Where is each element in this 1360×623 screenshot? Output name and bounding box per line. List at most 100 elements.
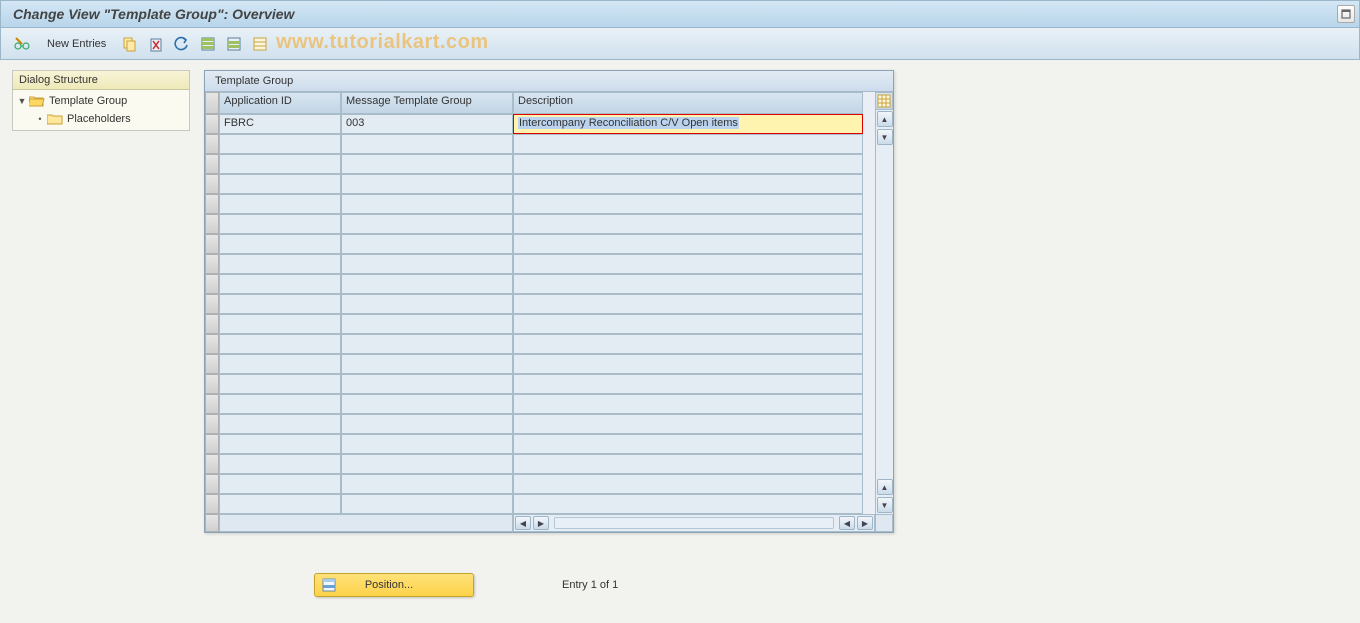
row-selector[interactable]	[205, 434, 219, 454]
cell-description[interactable]	[513, 194, 863, 214]
hscroll-thumb[interactable]	[554, 517, 834, 529]
cell-description[interactable]	[513, 134, 863, 154]
scroll-down-button-2[interactable]: ▼	[877, 497, 893, 513]
row-selector[interactable]	[205, 474, 219, 494]
cell-description[interactable]: Intercompany Reconciliation C/V Open ite…	[513, 114, 863, 134]
cell-description[interactable]	[513, 254, 863, 274]
cell-message-template-group[interactable]	[341, 154, 513, 174]
select-all-button[interactable]	[198, 34, 218, 54]
cell-description[interactable]	[513, 154, 863, 174]
row-selector[interactable]	[205, 154, 219, 174]
scroll-down-button[interactable]: ▼	[877, 129, 893, 145]
cell-message-template-group[interactable]	[341, 474, 513, 494]
cell-message-template-group[interactable]	[341, 494, 513, 514]
cell-description[interactable]	[513, 314, 863, 334]
close-button[interactable]	[1337, 5, 1355, 23]
scroll-up-button[interactable]: ▲	[877, 111, 893, 127]
cell-description[interactable]	[513, 494, 863, 514]
row-selector[interactable]	[205, 374, 219, 394]
cell-application-id[interactable]	[219, 174, 341, 194]
scroll-up-button-2[interactable]: ▲	[877, 479, 893, 495]
cell-message-template-group[interactable]	[341, 254, 513, 274]
row-selector[interactable]	[205, 274, 219, 294]
cell-description[interactable]	[513, 454, 863, 474]
cell-description[interactable]	[513, 334, 863, 354]
cell-application-id[interactable]	[219, 474, 341, 494]
cell-description[interactable]	[513, 214, 863, 234]
row-selector[interactable]	[205, 394, 219, 414]
row-selector[interactable]	[205, 214, 219, 234]
cell-application-id[interactable]	[219, 294, 341, 314]
select-block-button[interactable]	[224, 34, 244, 54]
cell-application-id[interactable]	[219, 154, 341, 174]
delete-button[interactable]	[146, 34, 166, 54]
deselect-all-button[interactable]	[250, 34, 270, 54]
row-selector[interactable]	[205, 234, 219, 254]
cell-message-template-group[interactable]	[341, 454, 513, 474]
scroll-right-button[interactable]: ▶	[857, 516, 873, 530]
cell-message-template-group[interactable]	[341, 314, 513, 334]
copy-as-button[interactable]	[120, 34, 140, 54]
cell-description[interactable]	[513, 434, 863, 454]
row-selector[interactable]	[205, 334, 219, 354]
cell-description[interactable]	[513, 174, 863, 194]
configure-columns-button[interactable]	[875, 92, 893, 110]
cell-application-id[interactable]	[219, 314, 341, 334]
cell-application-id[interactable]	[219, 234, 341, 254]
cell-message-template-group[interactable]	[341, 234, 513, 254]
cell-message-template-group[interactable]	[341, 374, 513, 394]
row-selector[interactable]	[205, 454, 219, 474]
row-selector[interactable]	[205, 174, 219, 194]
cell-application-id[interactable]	[219, 394, 341, 414]
cell-application-id[interactable]	[219, 214, 341, 234]
cell-description[interactable]	[513, 414, 863, 434]
cell-application-id[interactable]	[219, 274, 341, 294]
cell-application-id[interactable]	[219, 194, 341, 214]
tree-toggle-icon[interactable]: ▼	[17, 96, 27, 106]
cell-description[interactable]	[513, 474, 863, 494]
vertical-scrollbar[interactable]: ▲ ▼ ▲ ▼	[875, 110, 893, 514]
scroll-left-step-button[interactable]: ◀	[839, 516, 855, 530]
row-selector[interactable]	[205, 314, 219, 334]
cell-message-template-group[interactable]	[341, 394, 513, 414]
cell-message-template-group[interactable]	[341, 334, 513, 354]
cell-message-template-group[interactable]	[341, 414, 513, 434]
cell-application-id[interactable]	[219, 354, 341, 374]
row-selector[interactable]	[205, 494, 219, 514]
cell-message-template-group[interactable]	[341, 134, 513, 154]
cell-application-id[interactable]	[219, 454, 341, 474]
cell-description[interactable]	[513, 394, 863, 414]
row-selector-header[interactable]	[205, 92, 219, 114]
cell-message-template-group[interactable]	[341, 434, 513, 454]
cell-application-id[interactable]	[219, 434, 341, 454]
row-selector[interactable]	[205, 194, 219, 214]
cell-application-id[interactable]	[219, 494, 341, 514]
cell-message-template-group[interactable]: 003	[341, 114, 513, 134]
cell-application-id[interactable]	[219, 254, 341, 274]
row-selector[interactable]	[205, 354, 219, 374]
row-selector[interactable]	[205, 114, 219, 134]
cell-message-template-group[interactable]	[341, 274, 513, 294]
cell-description[interactable]	[513, 374, 863, 394]
cell-message-template-group[interactable]	[341, 294, 513, 314]
horizontal-scrollbar[interactable]: ◀ ▶ ◀ ▶	[513, 514, 875, 532]
cell-description[interactable]	[513, 294, 863, 314]
col-header-description[interactable]: Description	[513, 92, 863, 114]
cell-application-id[interactable]	[219, 334, 341, 354]
cell-description[interactable]	[513, 354, 863, 374]
cell-application-id[interactable]	[219, 374, 341, 394]
cell-message-template-group[interactable]	[341, 174, 513, 194]
cell-application-id[interactable]: FBRC	[219, 114, 341, 134]
cell-application-id[interactable]	[219, 134, 341, 154]
cell-message-template-group[interactable]	[341, 194, 513, 214]
tree-item-placeholders[interactable]: • Placeholders	[13, 110, 189, 128]
toggle-change-button[interactable]	[13, 34, 33, 54]
row-selector[interactable]	[205, 414, 219, 434]
row-selector[interactable]	[205, 294, 219, 314]
cell-message-template-group[interactable]	[341, 214, 513, 234]
col-header-application-id[interactable]: Application ID	[219, 92, 341, 114]
cell-message-template-group[interactable]	[341, 354, 513, 374]
cell-description[interactable]	[513, 234, 863, 254]
position-button[interactable]: Position...	[314, 573, 474, 597]
tree-item-template-group[interactable]: ▼ Template Group	[13, 92, 189, 110]
